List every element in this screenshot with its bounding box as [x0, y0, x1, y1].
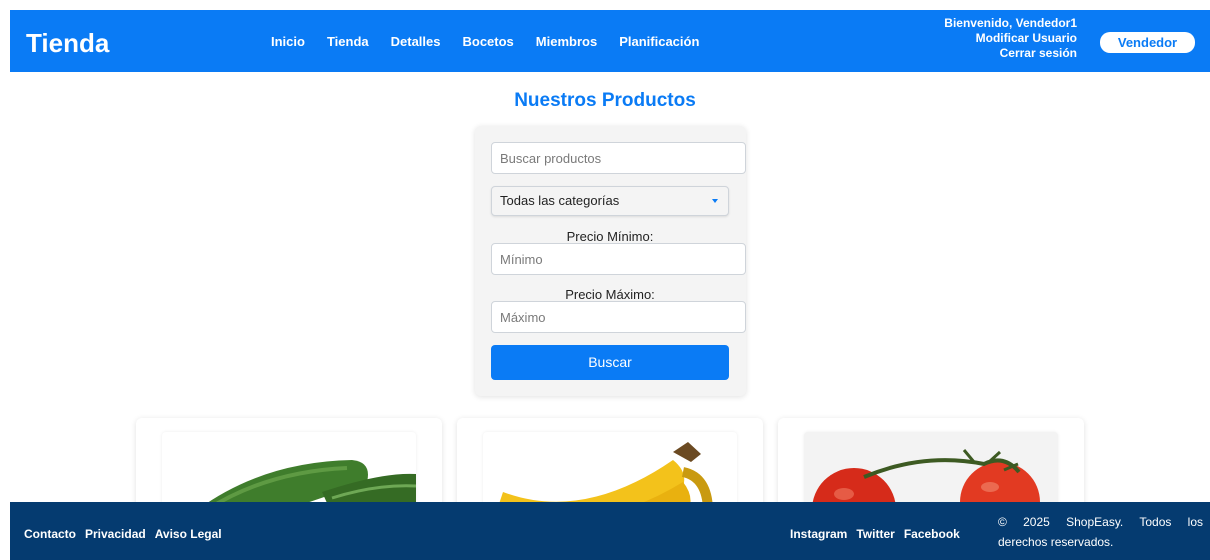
footer: Contacto Privacidad Aviso Legal Instagra… — [10, 502, 1210, 560]
nav-item-miembros[interactable]: Miembros — [536, 34, 597, 49]
top-navbar: Tienda Inicio Tienda Detalles Bocetos Mi… — [10, 10, 1210, 72]
nav-item-tienda[interactable]: Tienda — [327, 34, 369, 49]
nav-item-inicio[interactable]: Inicio — [271, 34, 305, 49]
main-nav: Inicio Tienda Detalles Bocetos Miembros … — [271, 34, 721, 49]
max-price-label: Precio Máximo: — [565, 287, 655, 302]
min-price-input[interactable] — [491, 243, 746, 275]
edit-user-link[interactable]: Modificar Usuario — [944, 31, 1077, 46]
category-select-value: Todas las categorías — [500, 193, 620, 208]
page: Tienda Inicio Tienda Detalles Bocetos Mi… — [0, 0, 1210, 560]
max-price-input[interactable] — [491, 301, 746, 333]
nav-item-bocetos[interactable]: Bocetos — [463, 34, 514, 49]
filter-panel: Todas las categorías Precio Mínimo: Prec… — [475, 126, 746, 396]
social-link-instagram[interactable]: Instagram — [790, 527, 847, 541]
user-menu: Bienvenido, Vendedor1 Modificar Usuario … — [944, 16, 1077, 61]
copyright-text: © 2025 ShopEasy. Todos los derechos rese… — [998, 515, 1203, 549]
category-select[interactable]: Todas las categorías — [491, 186, 729, 216]
search-button[interactable]: Buscar — [491, 345, 729, 380]
footer-links: Contacto Privacidad Aviso Legal — [24, 527, 231, 541]
min-price-label: Precio Mínimo: — [566, 229, 654, 244]
search-input[interactable] — [491, 142, 746, 174]
nav-item-planificacion[interactable]: Planificación — [619, 34, 699, 49]
role-button[interactable]: Vendedor — [1100, 32, 1195, 53]
footer-link-aviso-legal[interactable]: Aviso Legal — [155, 527, 222, 541]
logout-link[interactable]: Cerrar sesión — [944, 46, 1077, 61]
social-link-twitter[interactable]: Twitter — [856, 527, 894, 541]
footer-link-privacidad[interactable]: Privacidad — [85, 527, 146, 541]
footer-link-contacto[interactable]: Contacto — [24, 527, 76, 541]
social-link-facebook[interactable]: Facebook — [904, 527, 960, 541]
chevron-down-icon — [712, 199, 718, 203]
social-links: Instagram Twitter Facebook — [790, 527, 969, 541]
brand-logo[interactable]: Tienda — [26, 28, 109, 59]
nav-item-detalles[interactable]: Detalles — [391, 34, 441, 49]
welcome-text: Bienvenido, Vendedor1 — [944, 16, 1077, 30]
page-title: Nuestros Productos — [514, 90, 696, 111]
